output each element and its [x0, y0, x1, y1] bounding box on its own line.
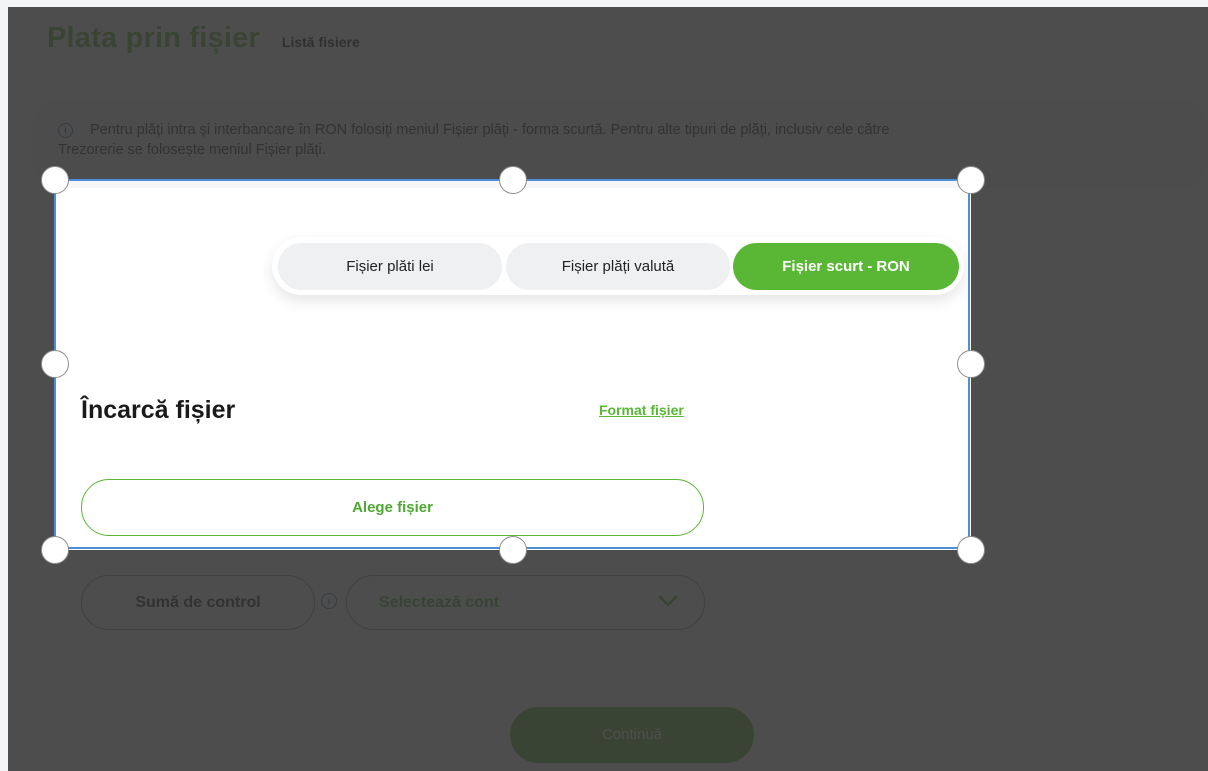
- info-text-line-2: Trezorerie se folosește meniul Fișier pl…: [58, 142, 326, 158]
- tab-fisier-plati-valuta[interactable]: Fișier plăți valută: [506, 243, 730, 290]
- resize-handle-bottom[interactable]: [499, 536, 527, 564]
- chevron-down-icon: [658, 595, 678, 607]
- screenshot-stage: Plata prin fișier Listă fisiere i Pentru…: [0, 0, 1208, 771]
- info-icon: i: [58, 123, 73, 138]
- resize-handle-top-right[interactable]: [957, 166, 985, 194]
- choose-file-button[interactable]: Alege fișier: [81, 479, 704, 536]
- payment-page: Plata prin fișier Listă fisiere i Pentru…: [0, 0, 1208, 771]
- info-text: Pentru plăți intra și interbancare în RO…: [58, 120, 890, 160]
- resize-handle-top-left[interactable]: [41, 166, 69, 194]
- tab-fisier-plati-lei[interactable]: Fișier plăti lei: [278, 243, 502, 290]
- file-format-link[interactable]: Format fișier: [599, 402, 684, 418]
- page-title: Plata prin fișier: [47, 22, 260, 54]
- resize-handle-bottom-left[interactable]: [41, 536, 69, 564]
- account-select-label: Selectează cont: [379, 594, 500, 611]
- upload-title: Încarcă fișier: [81, 396, 236, 424]
- tab-fisier-scurt-ron[interactable]: Fișier scurt - RON: [733, 243, 959, 290]
- checksum-info-icon[interactable]: i: [321, 593, 337, 609]
- info-banner-content: i Pentru plăți intra și interbancare în …: [58, 120, 1158, 160]
- continue-button[interactable]: Continuă: [510, 707, 754, 763]
- page-header: Plata prin fișier Listă fisiere: [47, 22, 360, 55]
- resize-handle-left[interactable]: [41, 350, 69, 378]
- resize-handle-right[interactable]: [957, 350, 985, 378]
- file-list-link[interactable]: Listă fisiere: [282, 34, 360, 50]
- resize-handle-top[interactable]: [499, 166, 527, 194]
- account-select[interactable]: Selectează cont: [346, 575, 705, 630]
- resize-handle-bottom-right[interactable]: [957, 536, 985, 564]
- info-text-line-1: Pentru plăți intra și interbancare în RO…: [90, 122, 890, 138]
- checksum-field[interactable]: Sumă de control: [81, 575, 315, 630]
